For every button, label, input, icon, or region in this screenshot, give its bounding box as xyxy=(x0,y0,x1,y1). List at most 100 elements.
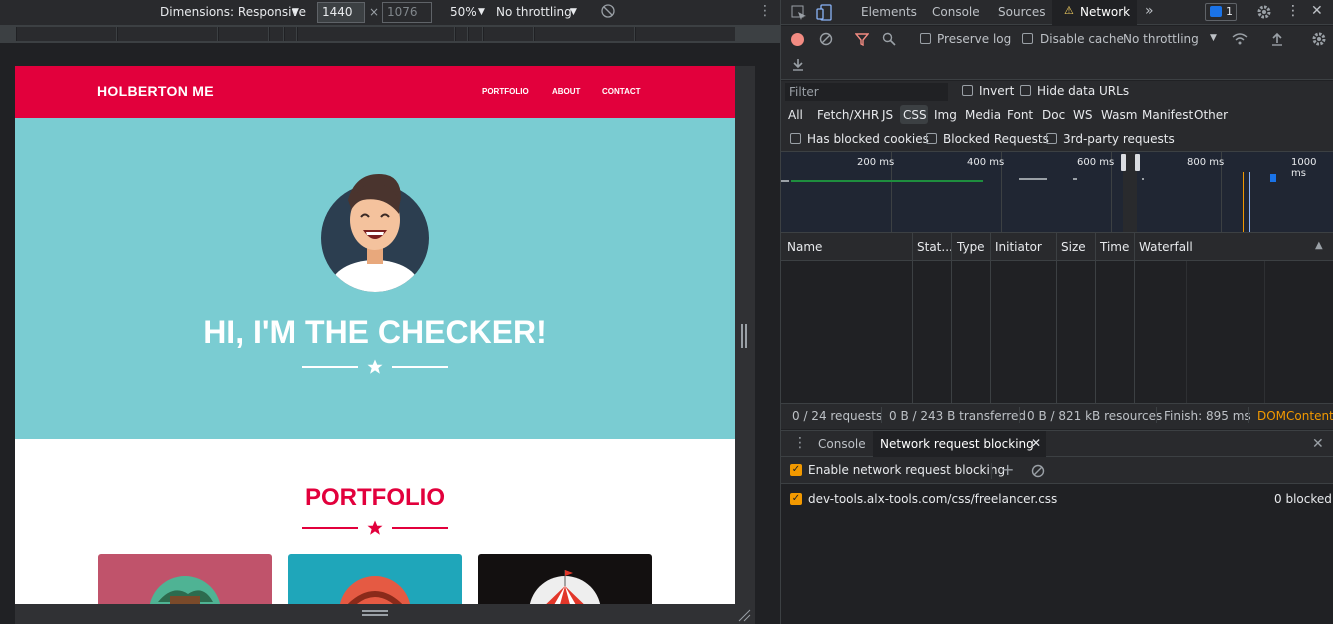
portfolio-card-cabin[interactable] xyxy=(98,554,272,604)
avatar xyxy=(321,174,429,292)
issues-badge[interactable]: 1 xyxy=(1205,3,1237,21)
site-brand[interactable]: HOLBERTON ME xyxy=(97,83,214,99)
more-options-icon[interactable]: ⋮ xyxy=(758,3,772,19)
close-tab-icon[interactable]: ✕ xyxy=(1031,436,1041,450)
preserve-log-checkbox[interactable] xyxy=(920,33,931,44)
invert-label: Invert xyxy=(979,84,1015,98)
type-filter-font[interactable]: Font xyxy=(1007,108,1033,122)
network-conditions-icon[interactable] xyxy=(1232,32,1248,46)
zoom-dropdown[interactable]: 50% xyxy=(450,5,477,19)
col-size[interactable]: Size xyxy=(1061,240,1086,254)
type-filter-fetch-xhr[interactable]: Fetch/XHR xyxy=(817,108,879,122)
drawer-tab-console[interactable]: Console xyxy=(818,437,866,451)
tab-network[interactable]: ⚠ Network xyxy=(1052,0,1137,25)
type-filter-img[interactable]: Img xyxy=(934,108,957,122)
col-name[interactable]: Name xyxy=(787,240,822,254)
preserve-log-label: Preserve log xyxy=(937,32,1012,46)
invert-checkbox[interactable] xyxy=(962,85,973,96)
disable-cache-checkbox[interactable] xyxy=(1022,33,1033,44)
viewport-bottom-resizer[interactable] xyxy=(15,604,755,624)
close-devtools-icon[interactable]: ✕ xyxy=(1311,3,1323,19)
col-waterfall[interactable]: Waterfall xyxy=(1139,240,1193,254)
drawer-menu-icon[interactable]: ⋮ xyxy=(793,435,807,451)
hide-data-urls-checkbox[interactable] xyxy=(1020,85,1031,96)
tick-800ms: 800 ms xyxy=(1187,157,1225,168)
more-tabs-icon[interactable]: » xyxy=(1145,3,1154,19)
device-emulation-pane: Dimensions: Responsive ▼ 1440 × 1076 50%… xyxy=(0,0,780,624)
tab-sources[interactable]: Sources xyxy=(998,5,1045,19)
star-icon xyxy=(367,359,383,374)
devtools-panel: Elements Console Sources ⚠ Network » 1 ⋮… xyxy=(780,0,1333,624)
blocked-requests-checkbox[interactable] xyxy=(926,133,937,144)
filter-input[interactable]: Filter xyxy=(785,83,948,101)
import-har-icon[interactable] xyxy=(1270,31,1284,46)
disable-cache-label: Disable cache xyxy=(1040,32,1124,46)
rotate-icon[interactable] xyxy=(600,3,616,22)
portfolio-divider-right xyxy=(392,527,448,529)
portfolio-card-cake[interactable] xyxy=(288,554,462,604)
nav-link-about[interactable]: ABOUT xyxy=(552,87,580,96)
network-overview-timeline[interactable]: 200 ms 400 ms 600 ms 800 ms 1000 ms xyxy=(781,151,1333,233)
device-toolbar-icon[interactable] xyxy=(816,4,832,21)
type-filter-ws[interactable]: WS xyxy=(1073,108,1092,122)
has-blocked-cookies-checkbox[interactable] xyxy=(790,133,801,144)
network-throttling-dropdown[interactable]: No throttling xyxy=(1123,32,1199,46)
status-domcontentloaded: DOMContentL xyxy=(1257,409,1333,423)
blocking-pattern-row[interactable]: ✓ dev-tools.alx-tools.com/css/freelancer… xyxy=(781,485,1333,513)
search-icon[interactable] xyxy=(882,32,896,46)
type-filter-all[interactable]: All xyxy=(788,108,803,122)
enable-blocking-checkbox[interactable]: ✓ xyxy=(790,464,802,476)
type-filter-manifest[interactable]: Manifest xyxy=(1142,108,1193,122)
blocking-pattern-url: dev-tools.alx-tools.com/css/freelancer.c… xyxy=(808,492,1058,506)
nav-link-contact[interactable]: CONTACT xyxy=(602,87,641,96)
blocked-requests-label: Blocked Requests xyxy=(943,132,1049,146)
filter-icon[interactable] xyxy=(855,32,869,46)
type-filter-wasm[interactable]: Wasm xyxy=(1101,108,1137,122)
throttling-chevron-icon: ▼ xyxy=(570,7,577,17)
status-resources: 0 B / 821 kB resources xyxy=(1027,409,1163,423)
device-toolbar: Dimensions: Responsive ▼ 1440 × 1076 50%… xyxy=(0,0,780,25)
width-input[interactable]: 1440 xyxy=(317,2,365,23)
col-initiator[interactable]: Initiator xyxy=(995,240,1042,254)
request-blocking-toolbar: ✓ Enable network request blocking + xyxy=(781,457,1333,484)
col-status[interactable]: Stat... xyxy=(917,240,953,254)
has-blocked-cookies-label: Has blocked cookies xyxy=(807,132,929,146)
warning-icon: ⚠ xyxy=(1064,4,1074,17)
portfolio-card-circus[interactable] xyxy=(478,554,652,604)
type-filter-js[interactable]: JS xyxy=(882,108,893,122)
network-settings-icon[interactable] xyxy=(1311,31,1327,47)
drawer-tab-request-blocking[interactable]: Network request blocking ✕ xyxy=(873,431,1046,457)
throttling-dropdown[interactable]: No throttling xyxy=(496,5,572,19)
add-pattern-icon[interactable]: + xyxy=(1001,460,1014,479)
devtools-tab-strip: Elements Console Sources ⚠ Network » 1 ⋮… xyxy=(781,0,1333,25)
portfolio-title: PORTFOLIO xyxy=(305,484,445,511)
hide-data-urls-label: Hide data URLs xyxy=(1037,84,1130,98)
tab-elements[interactable]: Elements xyxy=(861,5,917,19)
devtools-menu-icon[interactable]: ⋮ xyxy=(1286,3,1300,19)
dimensions-dropdown[interactable]: Dimensions: Responsive xyxy=(160,5,306,19)
record-icon[interactable] xyxy=(791,33,804,46)
col-type[interactable]: Type xyxy=(957,240,985,254)
tab-console[interactable]: Console xyxy=(932,5,980,19)
export-har-icon[interactable] xyxy=(791,57,805,72)
status-finish: Finish: 895 ms xyxy=(1164,409,1251,423)
blocked-count: 0 blocked xyxy=(1274,492,1332,506)
type-filter-doc[interactable]: Doc xyxy=(1042,108,1065,122)
type-filter-media[interactable]: Media xyxy=(965,108,1001,122)
type-filter-css[interactable]: CSS xyxy=(903,108,927,122)
clear-icon[interactable] xyxy=(819,32,833,46)
pattern-enabled-checkbox[interactable]: ✓ xyxy=(790,493,802,505)
height-input[interactable]: 1076 xyxy=(382,2,432,23)
third-party-label: 3rd-party requests xyxy=(1063,132,1175,146)
col-time[interactable]: Time xyxy=(1100,240,1129,254)
settings-gear-icon[interactable] xyxy=(1256,4,1272,20)
viewport-right-resizer[interactable] xyxy=(735,66,755,604)
type-filter-other[interactable]: Other xyxy=(1194,108,1228,122)
third-party-checkbox[interactable] xyxy=(1046,133,1057,144)
close-drawer-icon[interactable]: ✕ xyxy=(1312,436,1324,452)
requests-table-header xyxy=(781,233,1333,261)
resize-corner-icon[interactable] xyxy=(737,608,751,622)
inspect-element-icon[interactable] xyxy=(791,5,807,21)
nav-link-portfolio[interactable]: PORTFOLIO xyxy=(482,87,529,96)
remove-all-patterns-icon[interactable] xyxy=(1031,464,1045,478)
